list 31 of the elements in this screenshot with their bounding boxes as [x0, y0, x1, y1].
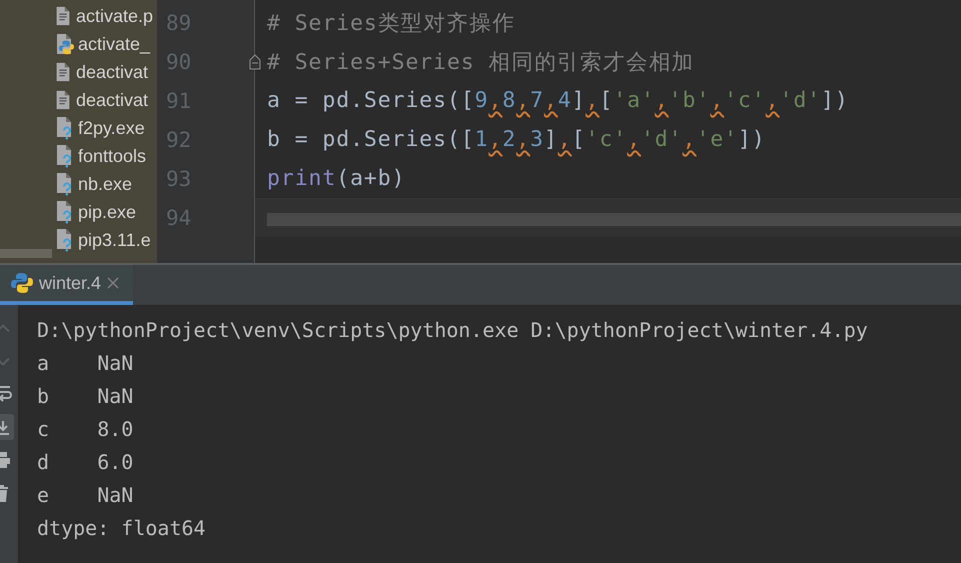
- toolbar-button[interactable]: [0, 414, 14, 440]
- scrollbar[interactable]: [0, 249, 52, 258]
- scroll-to-end-icon: [0, 420, 10, 434]
- code-line: # Series+Series 相同的引索才会相加: [267, 49, 695, 76]
- console-line: d 6.0: [37, 450, 134, 474]
- file-item[interactable]: f2py.exe: [53, 114, 157, 142]
- printer-icon: [0, 452, 10, 468]
- horizontal-scrollbar[interactable]: [267, 213, 961, 226]
- fold-icon[interactable]: [249, 54, 261, 70]
- console-line: a NaN: [37, 350, 134, 374]
- console-line: c 8.0: [37, 416, 134, 440]
- file-item[interactable]: deactivat: [53, 58, 157, 86]
- close-icon[interactable]: [107, 277, 120, 289]
- file-item[interactable]: fonttools: [53, 142, 157, 170]
- python-icon: [11, 272, 33, 294]
- run-tab[interactable]: winter.4: [0, 265, 134, 305]
- file-item[interactable]: deactivat: [53, 86, 157, 114]
- code-line: # Series类型对齐操作: [267, 10, 516, 37]
- soft-wrap-icon: [0, 386, 13, 402]
- console-line: D:\pythonProject\venv\Scripts\python.exe D:\pythonProject\winter.4.py: [37, 318, 868, 342]
- console-line: e NaN: [37, 482, 134, 506]
- file-item[interactable]: activate.p: [53, 2, 157, 30]
- console-line: dtype: float64: [37, 516, 206, 540]
- code-line: print(a+b): [267, 166, 406, 191]
- file-item[interactable]: activate_: [53, 30, 157, 58]
- file-item[interactable]: pip.exe: [53, 198, 157, 226]
- file-item[interactable]: pip3.11.e: [53, 226, 157, 254]
- code-line: a = pd.Series([9,8,7,4],['a','b','c','d']): [267, 88, 849, 113]
- console-line: b NaN: [37, 384, 134, 408]
- code-line: b = pd.Series([1,2,3],['c','d','e']): [267, 127, 766, 152]
- file-item[interactable]: nb.exe: [53, 170, 157, 198]
